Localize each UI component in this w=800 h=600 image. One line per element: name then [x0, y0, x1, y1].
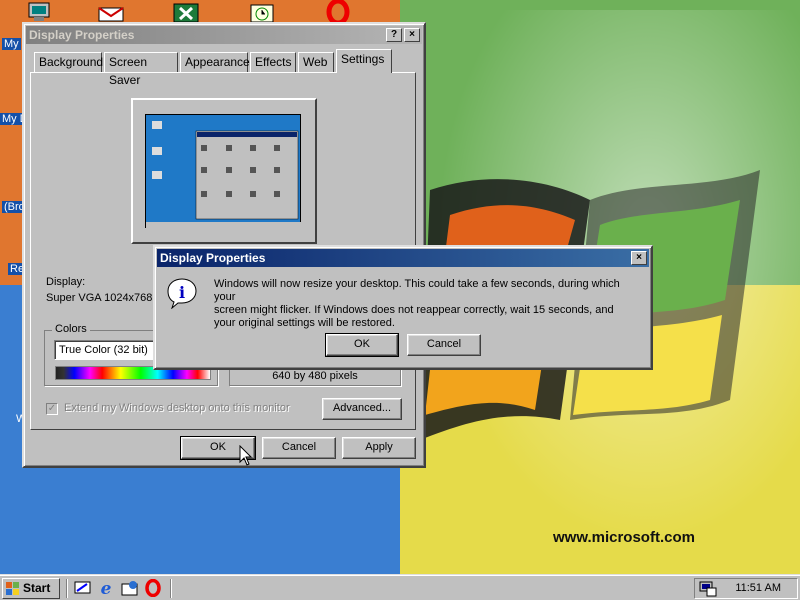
apply-button[interactable]: Apply — [342, 437, 416, 459]
dialog-close-button[interactable]: × — [631, 251, 647, 265]
tab-background[interactable]: Background — [34, 52, 103, 72]
opera-icon[interactable] — [144, 579, 162, 597]
dialog-message-line: your original settings will be restored. — [214, 317, 395, 329]
start-button[interactable]: Start — [2, 578, 60, 599]
watermark-text: www.microsoft.com — [553, 529, 695, 546]
svg-text:i: i — [179, 283, 185, 302]
my-computer-icon[interactable] — [28, 2, 50, 22]
preview-desktop-icon — [146, 121, 302, 229]
taskbar-separator — [170, 579, 172, 598]
opera-desktop-icon[interactable] — [324, 0, 352, 22]
display-label: Display: — [46, 276, 86, 288]
monitor-screen — [145, 114, 302, 229]
system-tray: 11:51 AM — [694, 578, 798, 599]
inbox-icon[interactable] — [96, 2, 126, 22]
desktop-icon-label[interactable]: My — [2, 38, 21, 50]
window-title: Display Properties — [29, 28, 135, 42]
tab-effects[interactable]: Effects — [250, 52, 296, 72]
dialog-ok-button[interactable]: OK — [325, 333, 399, 357]
display-value: Super VGA 1024x768 — [46, 292, 153, 304]
advanced-button[interactable]: Advanced... — [322, 398, 402, 420]
excel-icon[interactable] — [172, 2, 200, 24]
colors-select[interactable]: True Color (32 bit) — [54, 340, 156, 360]
dialog-message: Windows will now resize your desktop. Th… — [214, 278, 644, 330]
internet-explorer-icon[interactable]: e — [97, 579, 115, 597]
extend-desktop-label: Extend my Windows desktop onto this moni… — [64, 402, 290, 414]
taskbar-separator — [66, 579, 68, 598]
tab-web[interactable]: Web — [298, 52, 334, 72]
mouse-pointer-icon — [239, 445, 253, 466]
clock[interactable]: 11:51 AM — [735, 582, 781, 594]
start-label: Start — [23, 581, 51, 595]
resolution-value: 640 by 480 pixels — [272, 370, 358, 382]
tab-settings[interactable]: Settings — [336, 49, 392, 73]
info-icon: i — [167, 278, 197, 309]
windows-flag-icon — [6, 582, 19, 595]
extend-desktop-checkbox[interactable]: ✓ — [46, 403, 58, 415]
outlook-express-icon[interactable] — [120, 579, 140, 597]
tab-screen-saver[interactable]: Screen Saver — [104, 52, 178, 87]
window-titlebar[interactable]: Display Properties ? × — [26, 26, 422, 44]
monitor-preview — [131, 98, 317, 244]
close-button[interactable]: × — [404, 28, 420, 42]
dialog-message-line: screen might flicker. If Windows does no… — [214, 304, 614, 316]
dialog-cancel-button[interactable]: Cancel — [407, 334, 481, 356]
dialog-title: Display Properties — [160, 251, 266, 265]
dialog-message-line: Windows will now resize your desktop. Th… — [214, 278, 620, 303]
help-button[interactable]: ? — [386, 28, 402, 42]
taskbar: Start e 11:51 AM — [0, 574, 800, 600]
svg-text:e: e — [101, 579, 112, 597]
scheduler-icon[interactable] — [248, 2, 276, 24]
show-desktop-icon[interactable] — [74, 580, 92, 596]
cancel-button[interactable]: Cancel — [262, 437, 336, 459]
tab-appearance[interactable]: Appearance — [180, 52, 250, 72]
display-settings-tray-icon[interactable] — [699, 580, 717, 597]
colors-label: Colors — [52, 323, 90, 335]
dialog-titlebar[interactable]: Display Properties × — [157, 249, 649, 267]
